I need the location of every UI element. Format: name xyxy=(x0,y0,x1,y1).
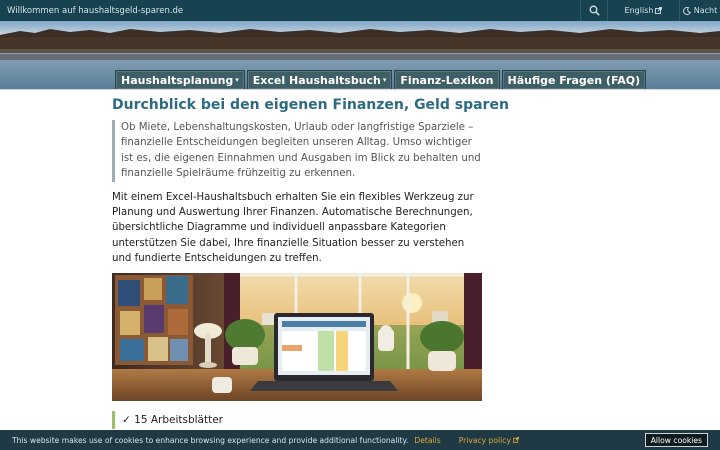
nav-divider xyxy=(0,89,720,90)
night-label: Nacht xyxy=(693,6,718,15)
privacy-policy-link[interactable]: Privacy policy xyxy=(459,436,520,445)
language-label: English xyxy=(624,6,654,15)
language-switch-link[interactable]: English xyxy=(607,0,679,21)
allow-cookies-button[interactable]: Allow cookies xyxy=(644,433,708,447)
main-navigation: Haushaltsplanung ▾ Excel Haushaltsbuch ▾… xyxy=(115,70,647,89)
night-mode-toggle[interactable]: Nacht xyxy=(679,0,720,21)
moon-icon xyxy=(682,6,691,15)
search-button[interactable] xyxy=(580,0,607,21)
nav-tab-label: Excel Haushaltsbuch xyxy=(252,73,381,87)
nav-tab-excel-haushaltsbuch[interactable]: Excel Haushaltsbuch ▾ xyxy=(246,70,393,89)
intro-quote: Ob Miete, Lebenshaltungskosten, Urlaub o… xyxy=(112,120,484,182)
cookie-details-link[interactable]: Details xyxy=(414,436,440,445)
page-title: Durchblick bei den eigenen Finanzen, Gel… xyxy=(112,97,509,113)
search-icon xyxy=(589,5,600,16)
nav-tab-label: Haushaltsplanung xyxy=(121,73,234,87)
nav-tab-finanz-lexikon[interactable]: Finanz-Lexikon xyxy=(394,70,500,89)
main-content: Durchblick bei den eigenen Finanzen, Gel… xyxy=(112,96,509,401)
nav-tab-label: Finanz-Lexikon xyxy=(400,73,494,87)
cookie-message: This website makes use of cookies to enh… xyxy=(12,435,409,445)
cookie-consent-bar: This website makes use of cookies to enh… xyxy=(0,430,720,450)
chevron-down-icon: ▾ xyxy=(235,76,239,84)
feature-list-item: ✓ 15 Arbeitsblätter xyxy=(112,411,223,429)
privacy-policy-label: Privacy policy xyxy=(458,435,511,445)
intro-paragraph: Mit einem Excel-Haushaltsbuch erhalten S… xyxy=(112,191,474,265)
welcome-text: Willkommen auf haushaltsgeld-sparen.de xyxy=(7,5,184,16)
external-link-icon xyxy=(513,436,520,443)
chevron-down-icon: ▾ xyxy=(382,76,387,84)
nav-tab-haushaltsplanung[interactable]: Haushaltsplanung ▾ xyxy=(115,70,245,89)
top-bar: Willkommen auf haushaltsgeld-sparen.de E… xyxy=(0,0,720,21)
hero-image-laptop-window xyxy=(112,272,482,401)
nav-tab-faq[interactable]: Häufige Fragen (FAQ) xyxy=(501,70,647,89)
external-link-icon xyxy=(655,7,663,14)
nav-tab-label: Häufige Fragen (FAQ) xyxy=(507,73,641,87)
